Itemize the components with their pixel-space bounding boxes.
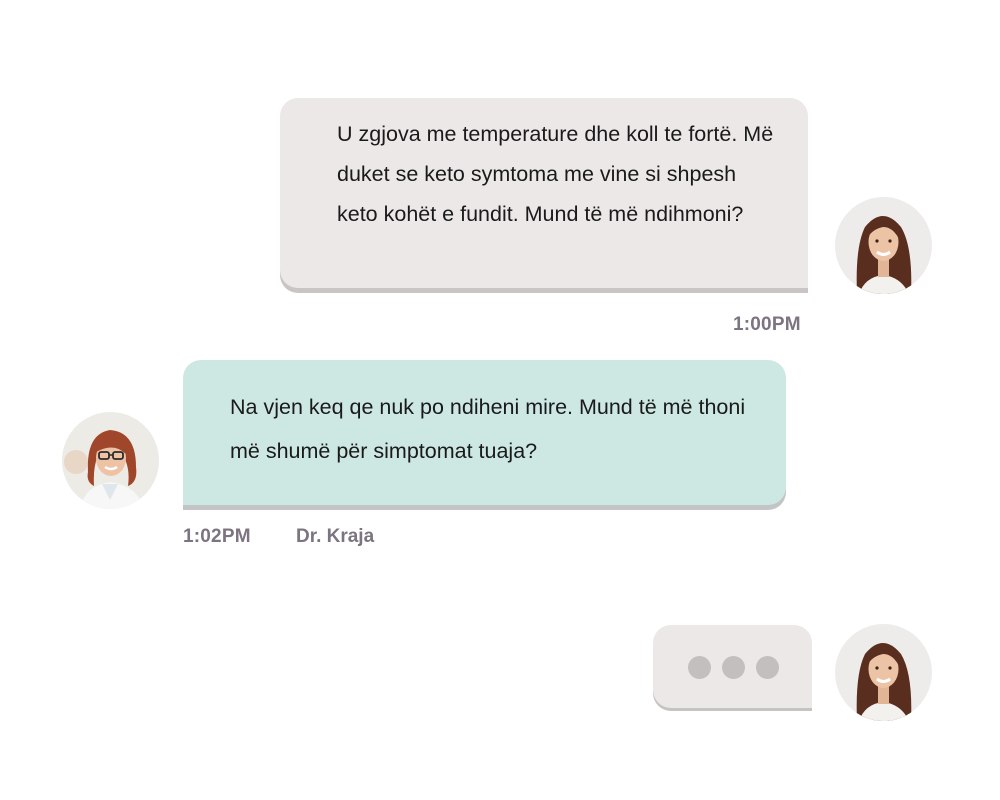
typing-dot-icon xyxy=(688,656,711,679)
doctor-message-time: 1:02PM xyxy=(183,526,251,547)
typing-indicator-bubble xyxy=(653,625,812,708)
patient-message-time: 1:00PM xyxy=(733,314,801,335)
patient-message-bubble: U zgjova me temperature dhe koll te fort… xyxy=(280,98,808,288)
doctor-avatar-icon xyxy=(62,412,159,509)
patient-message-text: U zgjova me temperature dhe koll te fort… xyxy=(337,122,774,226)
doctor-message-bubble: Na vjen keq qe nuk po ndiheni mire. Mund… xyxy=(183,360,786,505)
doctor-avatar xyxy=(62,412,159,509)
doctor-name: Dr. Kraja xyxy=(296,526,375,547)
doctor-message-text: Na vjen keq qe nuk po ndiheni mire. Mund… xyxy=(230,395,746,463)
patient-avatar-icon xyxy=(835,197,932,294)
patient-avatar xyxy=(835,197,932,294)
typing-dot-icon xyxy=(722,656,745,679)
patient-avatar xyxy=(835,624,932,721)
patient-avatar-icon xyxy=(835,624,932,721)
typing-dot-icon xyxy=(756,656,779,679)
